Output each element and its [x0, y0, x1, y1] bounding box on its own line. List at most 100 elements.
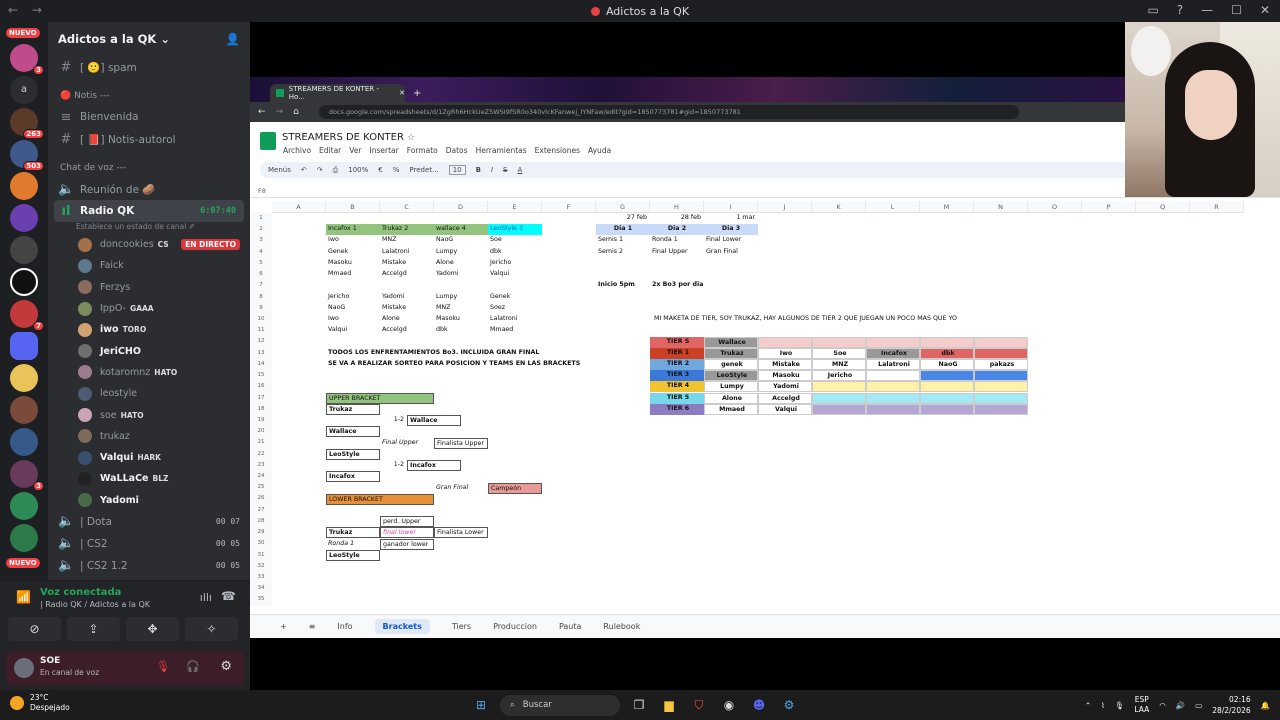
gear-icon[interactable]: ⚙: [220, 659, 232, 674]
voice-channel-cs2[interactable]: 🔈 | CS2 00 05: [48, 533, 250, 555]
row-header[interactable]: 23: [250, 460, 272, 471]
row-header[interactable]: 18: [250, 404, 272, 415]
task-view-icon[interactable]: ❐: [628, 694, 650, 716]
sheet-cell[interactable]: Alone: [380, 314, 434, 325]
tier-cell[interactable]: dbk: [920, 347, 974, 359]
tier-label[interactable]: TIER 3: [650, 370, 704, 382]
sheet-cell[interactable]: Inicio 5pm: [596, 280, 650, 291]
row-header[interactable]: 34: [250, 583, 272, 594]
row-header[interactable]: 29: [250, 527, 272, 538]
back-arrow-icon[interactable]: ←: [8, 3, 18, 17]
forward-arrow-icon[interactable]: →: [32, 3, 42, 17]
add-member-icon[interactable]: 👤: [226, 32, 240, 46]
sheet-cell[interactable]: Lalatroni: [488, 314, 542, 325]
sheet-cell[interactable]: Lumpy: [434, 292, 488, 303]
headphones-icon[interactable]: 🎧: [186, 660, 200, 673]
column-header[interactable]: D: [434, 201, 488, 212]
sheet-cell[interactable]: Trukaz: [326, 527, 380, 539]
tier-cell[interactable]: Incafox: [866, 347, 920, 359]
sheet-cell[interactable]: Ronda 1: [650, 235, 704, 246]
sheet-cell[interactable]: Wallace: [326, 426, 380, 438]
sheet-cell[interactable]: MNZ: [434, 303, 488, 314]
sheet-cell[interactable]: Final Lower: [704, 235, 758, 246]
inbox-icon[interactable]: ▭: [1147, 3, 1158, 17]
server-icon[interactable]: [10, 332, 38, 360]
server-icon[interactable]: [10, 172, 38, 200]
weather-widget[interactable]: 23°C Despejado: [30, 693, 70, 713]
sheet-tab[interactable]: Tiers: [452, 622, 471, 631]
column-header[interactable]: N: [974, 201, 1028, 212]
tier-label[interactable]: TIER 6: [650, 403, 704, 415]
sheet-cell[interactable]: Mmaed: [326, 269, 380, 280]
avatar[interactable]: [78, 365, 92, 380]
sheet-cell[interactable]: 28 feb: [650, 213, 704, 224]
file-explorer-icon[interactable]: ▆: [658, 694, 680, 716]
tier-cell[interactable]: Lumpy: [704, 381, 758, 393]
menu-item[interactable]: Archivo: [283, 146, 311, 155]
row-header[interactable]: 33: [250, 572, 272, 583]
note-text[interactable]: TODOS LOS ENFRENTAMIENTOS Bo3. INCLUIDA …: [326, 348, 626, 359]
sheet-cell[interactable]: Final Upper: [650, 247, 704, 258]
sheet-cell[interactable]: Semis 1: [596, 235, 650, 246]
row-header[interactable]: 8: [250, 292, 272, 303]
avatar[interactable]: [14, 658, 34, 678]
network-icon[interactable]: ⌇: [1101, 701, 1105, 710]
discord-icon[interactable]: ☻: [748, 694, 770, 716]
menu-item[interactable]: Herramientas: [476, 146, 527, 155]
sheet-cell[interactable]: Accelgd: [380, 325, 434, 336]
column-header[interactable]: H: [650, 201, 704, 212]
volume-icon[interactable]: 🔊: [1176, 701, 1185, 710]
clock[interactable]: 02:16 28/2/2026: [1212, 694, 1250, 716]
sheet-cell[interactable]: final lower: [380, 527, 434, 539]
row-header[interactable]: 35: [250, 594, 272, 605]
tier-cell[interactable]: [758, 336, 812, 348]
tier-label[interactable]: TIER 1: [650, 347, 704, 359]
voice-location[interactable]: | Radio QK / Adictos a la QK: [40, 600, 150, 609]
sheet-cell[interactable]: Soe: [488, 235, 542, 246]
row-header[interactable]: 13: [250, 348, 272, 359]
sheet-cell[interactable]: 27 feb: [596, 213, 650, 224]
server-icon[interactable]: [10, 364, 38, 392]
live-badge[interactable]: EN DIRECTO: [181, 239, 240, 251]
screen-share-button[interactable]: ⇪: [67, 617, 120, 641]
forward-icon[interactable]: →: [276, 107, 284, 117]
avatar[interactable]: [78, 450, 92, 465]
avatar[interactable]: [78, 237, 92, 252]
voice-user[interactable]: leostyle: [48, 383, 250, 404]
tier-cell[interactable]: Masoku: [758, 370, 812, 382]
tier-label[interactable]: TIER 4: [650, 381, 704, 393]
sheet-cell[interactable]: 1-2: [380, 460, 407, 471]
tier-cell[interactable]: Mistake: [758, 358, 812, 370]
server-icon[interactable]: [10, 396, 38, 424]
tier-cell[interactable]: [866, 381, 920, 393]
sheet-cell[interactable]: Incafox 1: [326, 224, 380, 236]
obs-icon[interactable]: ◉: [718, 694, 740, 716]
column-header[interactable]: B: [326, 201, 380, 212]
sheet-cell[interactable]: Yadomi: [380, 292, 434, 303]
sheet-cell[interactable]: Dia 1: [596, 224, 650, 236]
sheet-cell[interactable]: Gran Final: [704, 247, 758, 258]
column-header[interactable]: G: [596, 201, 650, 212]
row-header[interactable]: 5: [250, 258, 272, 269]
mic-muted-icon[interactable]: 🎙: [156, 660, 170, 673]
close-button[interactable]: ✕: [1260, 3, 1270, 17]
column-header[interactable]: L: [866, 201, 920, 212]
voice-user[interactable]: WaLLaCe BLZ: [48, 468, 250, 489]
row-header[interactable]: 7: [250, 280, 272, 291]
column-header[interactable]: K: [812, 201, 866, 212]
taskbar-search[interactable]: ⌕ Buscar: [500, 694, 620, 716]
sheet-cell[interactable]: NaoG: [326, 303, 380, 314]
sheet-cell[interactable]: 1-2: [380, 415, 407, 426]
sheet-cell[interactable]: 1 mar: [704, 213, 758, 224]
tier-cell[interactable]: [974, 336, 1028, 348]
sheet-cell[interactable]: Masoku: [326, 258, 380, 269]
avatar[interactable]: [78, 493, 92, 508]
tier-cell[interactable]: Jericho: [812, 370, 866, 382]
row-header[interactable]: 30: [250, 538, 272, 549]
avatar[interactable]: [78, 280, 92, 295]
server-icon[interactable]: [10, 268, 38, 296]
all-sheets-icon[interactable]: ≡: [309, 622, 316, 631]
font-select[interactable]: Predet...: [409, 166, 438, 174]
row-header[interactable]: 28: [250, 516, 272, 527]
tier-cell[interactable]: [812, 403, 866, 415]
